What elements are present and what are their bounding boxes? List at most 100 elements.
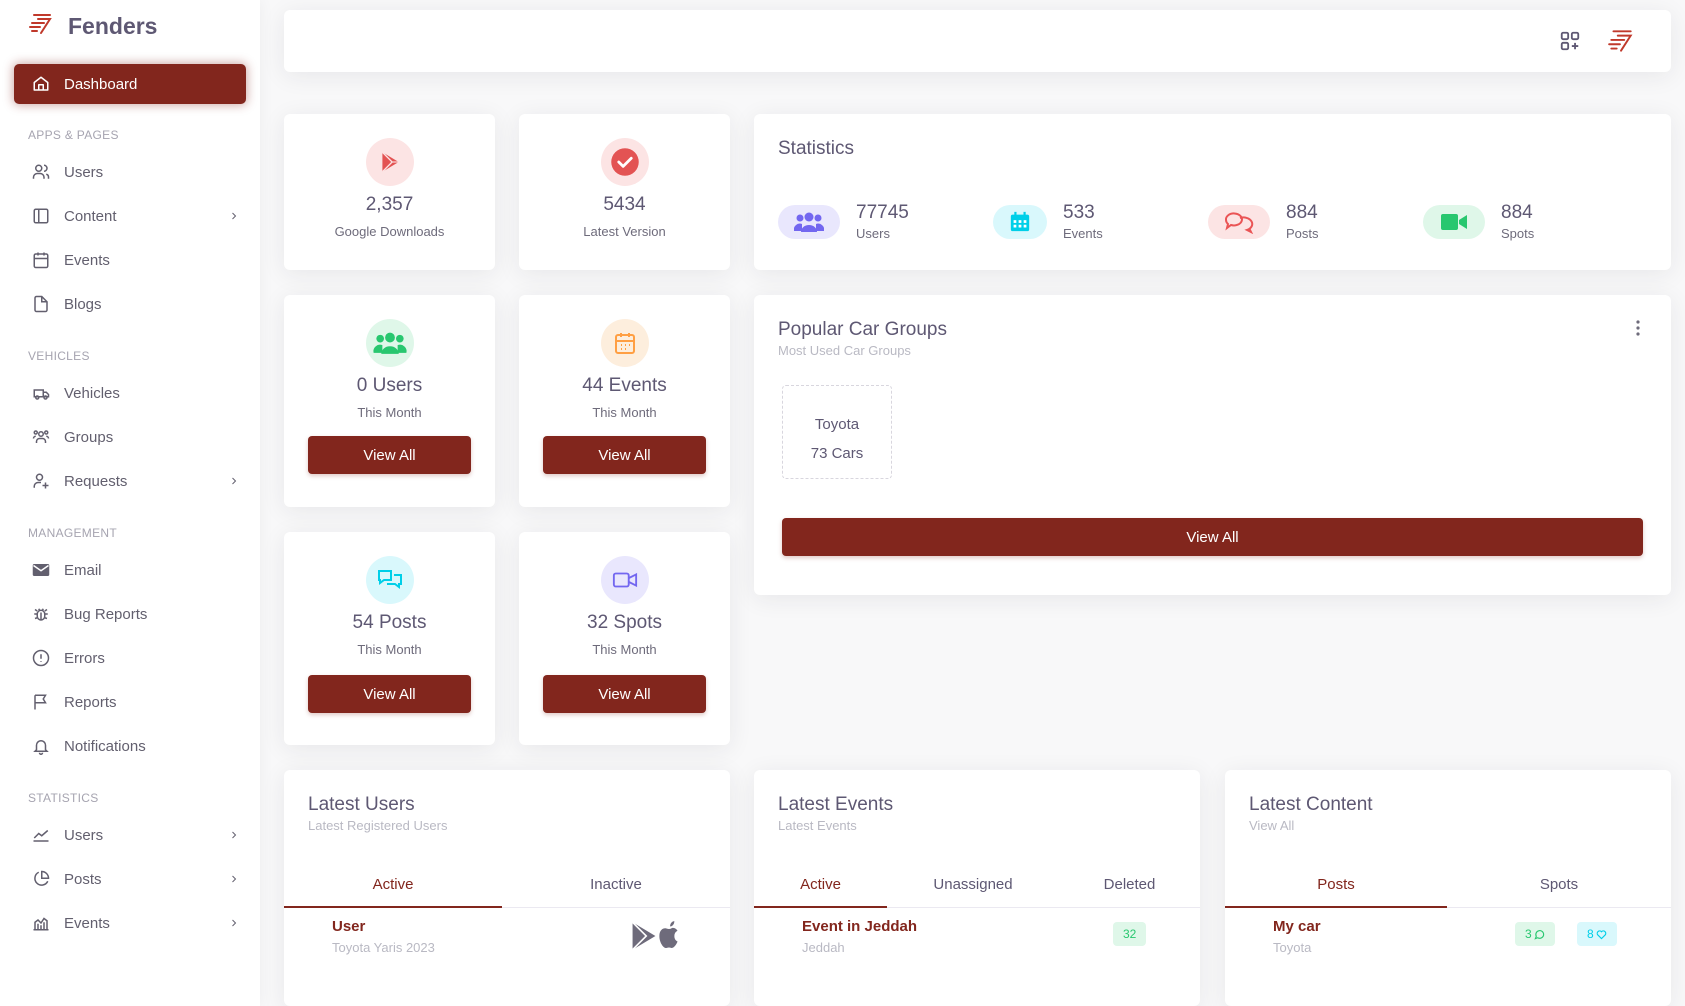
tab-posts[interactable]: Posts	[1225, 872, 1447, 908]
sidebar-item-requests[interactable]: Requests	[30, 467, 240, 495]
statistics-posts-value: 884	[1286, 202, 1318, 223]
heart-icon	[1596, 929, 1606, 939]
calendar-icon	[30, 251, 52, 269]
sidebar-item-vehicles[interactable]: Vehicles	[30, 379, 240, 407]
check-circle-icon	[600, 138, 649, 186]
apps-grid-icon[interactable]	[1559, 30, 1581, 57]
chat-bubbles-icon	[365, 556, 414, 604]
latest-content-card: Latest Content View All Posts Spots My c…	[1225, 770, 1671, 1006]
posts-this-month-card: 54 Posts This Month View All	[284, 532, 495, 745]
bell-icon	[30, 737, 52, 755]
more-vertical-icon[interactable]	[1635, 319, 1641, 342]
users-view-all-button[interactable]: View All	[308, 436, 471, 474]
video-icon	[1423, 204, 1485, 239]
google-downloads-value: 2,357	[365, 194, 414, 215]
sidebar-item-label: Vehicles	[64, 384, 120, 402]
brand[interactable]: Fenders	[28, 12, 157, 41]
sidebar-item-dashboard[interactable]: Dashboard	[14, 64, 246, 104]
latest-events-title: Latest Events	[778, 794, 894, 815]
bar-chart-icon	[30, 914, 52, 932]
sidebar-item-content[interactable]: Content	[30, 202, 240, 230]
posts-view-all-button[interactable]: View All	[308, 675, 471, 713]
statistics-users-value: 77745	[856, 202, 909, 223]
google-downloads-label: Google Downloads	[334, 224, 445, 239]
apple-icon	[656, 920, 682, 955]
sidebar: Fenders Dashboard APPS & PAGES Users Con…	[0, 0, 260, 1006]
sidebar-item-label: Bug Reports	[64, 605, 148, 623]
tab-deleted[interactable]: Deleted	[1059, 872, 1200, 907]
sidebar-item-notifications[interactable]: Notifications	[30, 732, 240, 760]
sidebar-item-label: Blogs	[64, 295, 102, 313]
google-play-icon	[365, 138, 414, 186]
latest-version-label: Latest Version	[583, 224, 666, 239]
users-month-value: 0 Users	[356, 375, 423, 396]
list-item[interactable]: User Toyota Yaris 2023	[332, 918, 435, 955]
event-count-badge: 32	[1113, 922, 1147, 946]
calendar-icon	[600, 319, 649, 367]
spots-month-value: 32 Spots	[587, 612, 662, 633]
events-view-all-button[interactable]: View All	[543, 436, 706, 474]
sidebar-item-label: Events	[64, 914, 110, 932]
statistics-item-events: 533 Events	[993, 202, 1208, 241]
user-icon	[30, 163, 52, 181]
sidebar-item-label: Dashboard	[64, 75, 138, 93]
sidebar-item-events[interactable]: Events	[30, 246, 240, 274]
statistics-card: Statistics 77745 Users 533 Events 884 Po…	[754, 114, 1671, 270]
content-name: My car	[1273, 918, 1321, 935]
bug-icon	[30, 605, 52, 623]
nav-header-vehicles: VEHICLES	[28, 349, 90, 363]
users-this-month-card: 0 Users This Month View All	[284, 295, 495, 507]
sidebar-item-label: Email	[64, 561, 102, 579]
sidebar-item-bug-reports[interactable]: Bug Reports	[30, 600, 240, 628]
sidebar-item-errors[interactable]: Errors	[30, 644, 240, 672]
tab-spots[interactable]: Spots	[1447, 872, 1671, 907]
latest-content-view-all-link[interactable]: View All	[1249, 818, 1373, 833]
sidebar-item-label: Errors	[64, 649, 105, 667]
nav-header-management: MANAGEMENT	[28, 526, 118, 540]
list-item[interactable]: My car Toyota	[1273, 918, 1321, 955]
tab-active[interactable]: Active	[284, 872, 502, 908]
sidebar-item-reports[interactable]: Reports	[30, 688, 240, 716]
users-group-icon	[30, 428, 52, 446]
flag-icon	[30, 693, 52, 711]
mail-icon	[30, 562, 52, 578]
list-item[interactable]: Event in Jeddah Jeddah	[802, 918, 917, 955]
sidebar-item-stat-users[interactable]: Users	[30, 821, 240, 849]
tab-inactive[interactable]: Inactive	[502, 872, 730, 907]
sidebar-item-blogs[interactable]: Blogs	[30, 290, 240, 318]
sidebar-item-groups[interactable]: Groups	[30, 423, 240, 451]
nav-header-statistics: STATISTICS	[28, 791, 99, 805]
event-name: Event in Jeddah	[802, 918, 918, 935]
calendar-icon	[993, 204, 1047, 239]
message-circle-icon	[1534, 929, 1544, 940]
truck-icon	[30, 384, 52, 402]
tab-unassigned[interactable]: Unassigned	[887, 872, 1059, 907]
statistics-title: Statistics	[778, 138, 855, 159]
latest-content-tabs: Posts Spots	[1225, 872, 1671, 908]
statistics-events-label: Events	[1063, 226, 1103, 241]
sidebar-item-stat-posts[interactable]: Posts	[30, 865, 240, 893]
sidebar-item-email[interactable]: Email	[30, 556, 240, 584]
tab-active[interactable]: Active	[754, 872, 887, 908]
spots-this-month-card: 32 Spots This Month View All	[519, 532, 730, 745]
statistics-item-spots: 884 Spots	[1423, 202, 1638, 241]
popular-groups-view-all-button[interactable]: View All	[782, 518, 1643, 556]
statistics-spots-value: 884	[1501, 202, 1533, 223]
spots-view-all-button[interactable]: View All	[543, 675, 706, 713]
sidebar-item-label: Groups	[64, 428, 114, 446]
sidebar-item-label: Posts	[64, 870, 102, 888]
events-month-value: 44 Events	[582, 375, 667, 396]
statistics-spots-label: Spots	[1501, 226, 1535, 241]
sidebar-item-label: Requests	[64, 472, 128, 490]
home-icon	[33, 76, 49, 91]
content-car: Toyota	[1273, 940, 1312, 955]
car-group-count: 73 Cars	[810, 445, 864, 462]
user-avatar-logo-icon[interactable]	[1607, 26, 1635, 61]
latest-users-card: Latest Users Latest Registered Users Act…	[284, 770, 730, 1006]
sidebar-layout-icon	[30, 207, 52, 225]
trending-up-icon	[30, 826, 52, 844]
car-group-toyota[interactable]: Toyota 73 Cars	[782, 385, 892, 479]
sidebar-item-users[interactable]: Users	[30, 158, 240, 186]
sidebar-item-stat-events[interactable]: Events	[30, 909, 240, 937]
top-navbar	[284, 10, 1671, 72]
